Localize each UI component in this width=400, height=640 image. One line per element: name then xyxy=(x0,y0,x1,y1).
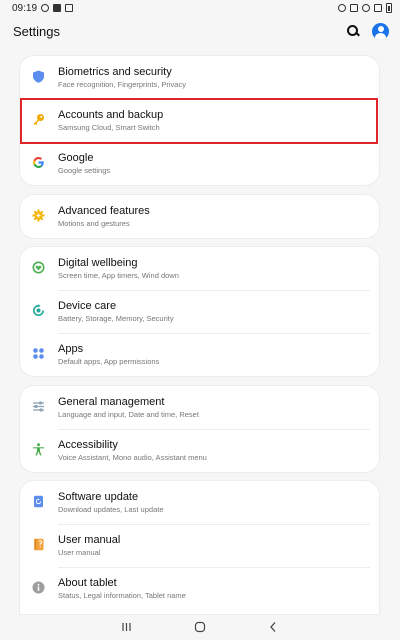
item-subtitle: Voice Assistant, Mono audio, Assistant m… xyxy=(58,453,207,462)
recents-icon[interactable] xyxy=(119,620,135,634)
item-title: Software update xyxy=(58,491,139,503)
search-icon[interactable] xyxy=(346,24,360,38)
item-subtitle: Status, Legal information, Tablet name xyxy=(58,591,186,600)
refresh-circle-icon xyxy=(32,304,45,317)
menu-item-advanced-features[interactable]: Advanced features Motions and gestures xyxy=(20,195,379,238)
profile-icon[interactable] xyxy=(372,22,389,40)
image-icon xyxy=(65,4,74,12)
menu-item-apps[interactable]: Apps Default apps, App permissions xyxy=(20,333,379,376)
status-bar: 09:19 xyxy=(0,0,400,16)
status-right xyxy=(338,3,392,13)
item-title: About tablet xyxy=(58,577,117,589)
notification-icon xyxy=(41,4,50,12)
home-icon[interactable] xyxy=(192,620,208,634)
accessibility-icon xyxy=(32,443,45,456)
item-subtitle: Default apps, App permissions xyxy=(58,357,160,366)
item-subtitle: Google settings xyxy=(58,166,111,175)
battery-icon xyxy=(386,3,392,13)
item-title: General management xyxy=(58,396,165,408)
item-title: Digital wellbeing xyxy=(58,257,138,269)
settings-group-2: Advanced features Motions and gestures xyxy=(20,195,379,238)
navigation-bar xyxy=(0,614,400,640)
shield-icon xyxy=(32,70,45,83)
status-time: 09:19 xyxy=(12,2,38,14)
menu-item-biometrics-and-security[interactable]: Biometrics and security Face recognition… xyxy=(20,56,379,99)
item-title: Accounts and backup xyxy=(58,109,164,121)
settings-group-4: General management Language and input, D… xyxy=(20,386,379,472)
key-icon xyxy=(32,113,45,126)
item-title: Advanced features xyxy=(58,205,150,217)
menu-item-device-care[interactable]: Device care Battery, Storage, Memory, Se… xyxy=(20,290,379,333)
item-subtitle: Battery, Storage, Memory, Security xyxy=(58,314,174,323)
menu-item-general-management[interactable]: General management Language and input, D… xyxy=(20,386,379,429)
google-icon xyxy=(32,156,45,169)
item-subtitle: Motions and gestures xyxy=(58,219,130,228)
item-title: Google xyxy=(58,152,94,164)
menu-item-software-update[interactable]: Software update Download updates, Last u… xyxy=(20,481,379,524)
item-title: Biometrics and security xyxy=(58,66,172,78)
settings-group-3: Digital wellbeing Screen time, App timer… xyxy=(20,247,379,376)
back-icon[interactable] xyxy=(265,620,281,634)
settings-group-1: Biometrics and security Face recognition… xyxy=(20,56,379,185)
item-title: Device care xyxy=(58,300,117,312)
app-header: Settings xyxy=(0,16,400,46)
page-title: Settings xyxy=(13,23,60,39)
item-title: Apps xyxy=(58,343,84,355)
menu-item-digital-wellbeing[interactable]: Digital wellbeing Screen time, App timer… xyxy=(20,247,379,290)
item-subtitle: Screen time, App timers, Wind down xyxy=(58,271,179,280)
item-subtitle: User manual xyxy=(58,548,101,557)
manual-icon xyxy=(32,538,45,551)
header-actions xyxy=(346,22,389,40)
heart-circle-icon xyxy=(32,261,45,274)
settings-group-5: Software update Download updates, Last u… xyxy=(20,481,379,614)
contact-icon xyxy=(53,4,62,12)
item-subtitle: Face recognition, Fingerprints, Privacy xyxy=(58,80,186,89)
status-left: 09:19 xyxy=(12,2,74,14)
item-title: User manual xyxy=(58,534,121,546)
info-icon xyxy=(32,581,45,594)
menu-item-about-tablet[interactable]: About tablet Status, Legal information, … xyxy=(20,567,379,610)
menu-item-accounts-and-backup[interactable]: Accounts and backup Samsung Cloud, Smart… xyxy=(20,99,379,142)
item-subtitle: Samsung Cloud, Smart Switch xyxy=(58,123,160,132)
menu-item-google[interactable]: Google Google settings xyxy=(20,142,379,185)
menu-item-accessibility[interactable]: Accessibility Voice Assistant, Mono audi… xyxy=(20,429,379,472)
apps-grid-icon xyxy=(32,347,45,360)
wifi-icon xyxy=(362,4,370,12)
item-title: Accessibility xyxy=(58,439,118,451)
alarm-icon xyxy=(338,4,346,12)
sliders-icon xyxy=(32,400,45,413)
update-icon xyxy=(32,495,45,508)
gear-plus-icon xyxy=(32,209,45,222)
item-subtitle: Download updates, Last update xyxy=(58,505,164,514)
signal-icon xyxy=(374,4,382,12)
mute-icon xyxy=(350,4,358,12)
item-subtitle: Language and input, Date and time, Reset xyxy=(58,410,199,419)
menu-item-user-manual[interactable]: User manual User manual xyxy=(20,524,379,567)
